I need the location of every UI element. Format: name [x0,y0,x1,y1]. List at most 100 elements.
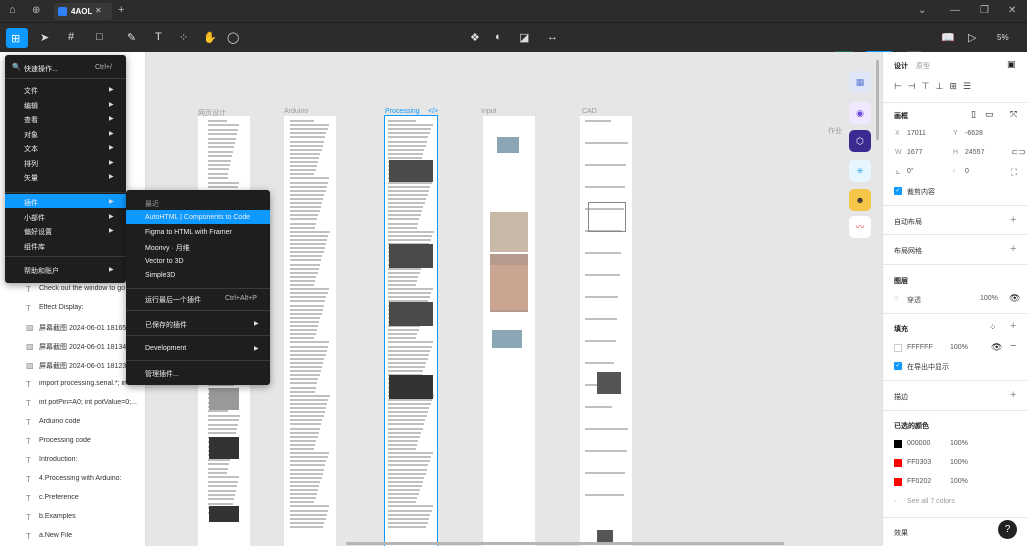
character-icon[interactable]: ☻ [849,189,871,211]
chevron-down-icon[interactable]: ⌄ [918,5,926,16]
radius-field[interactable]: 0 [965,168,969,175]
align-toolbar[interactable]: ⊢⊣⊤⊥⊞☰ [894,81,1019,93]
add-grid-icon[interactable]: + [1010,243,1016,255]
layer-row[interactable]: Ta.New File [0,527,146,546]
landscape-icon[interactable]: ▭ [985,109,994,120]
code-link-icon[interactable]: ↔ [547,31,558,43]
menu-item[interactable]: 对象 [24,130,38,140]
menu-item-libraries[interactable]: 组件库 [24,242,45,252]
menu-item-widgets[interactable]: 小部件 [24,213,45,223]
main-menu-button[interactable]: ⊞ [6,28,28,48]
frame-label-homework[interactable]: 作业 [828,126,842,136]
color-opacity[interactable]: 100% [950,440,968,447]
blend-mode-select[interactable]: 穿透 [907,295,921,305]
layer-row[interactable]: Timport processing.serial.*; im [0,375,146,394]
minimize-button[interactable]: — [950,5,960,16]
add-auto-layout-icon[interactable]: + [1010,214,1016,226]
layer-row[interactable]: Tint potPin=A0; int potValue=0;... [0,394,146,413]
menu-item-preferences[interactable]: 偏好设置 [24,227,52,237]
eye-icon[interactable]: 👁 [991,342,1002,353]
x-field[interactable]: 17011 [907,130,926,137]
present-icon[interactable]: ▷ [968,31,976,44]
development-item[interactable]: Development [145,345,186,352]
comment-tool-icon[interactable]: ◯ [227,31,239,44]
layer-row[interactable]: T Effect Display: [0,299,146,318]
recent-plugin-item[interactable]: Moonvy · 月维 [145,243,190,253]
home-icon[interactable]: ⌂ [9,4,16,16]
width-field[interactable]: 1677 [907,149,923,156]
constrain-icon[interactable]: ⊂⊃ [1011,147,1026,158]
plugin-shortcut-icon[interactable]: ▦ [849,71,871,93]
add-fill-icon[interactable]: + [1010,320,1016,332]
menu-item-help[interactable]: 帮助和账户 [24,266,59,276]
menu-item[interactable]: 文件 [24,86,38,96]
frame-label-processing[interactable]: Processing [385,108,420,115]
manage-plugins-item[interactable]: 管理插件... [145,369,179,379]
color-hex[interactable]: 000000 [907,440,930,447]
styles-icon[interactable]: ⁘ [989,322,997,333]
layer-row[interactable]: T Processing code [0,432,146,451]
portrait-icon[interactable]: ▯ [971,109,976,120]
color-hex[interactable]: FF0303 [907,459,931,466]
menu-item[interactable]: 文本 [24,144,38,154]
maximize-button[interactable]: ❐ [980,5,989,16]
layer-opacity-field[interactable]: 100% [980,295,998,302]
text-tool-icon[interactable]: T [155,31,162,43]
zoom-level[interactable]: 5% [997,33,1009,42]
run-last-plugin-item[interactable]: 运行最后一个插件 [145,295,201,305]
component-icon[interactable]: ❖ [470,31,480,44]
menu-item[interactable]: 矢量 [24,173,38,183]
recent-plugin-item[interactable]: Simple3D [145,272,175,279]
panel-toggle-icon[interactable]: ▣ [1007,59,1016,70]
rotation-field[interactable]: 0° [907,168,914,175]
quick-actions-item[interactable]: 快速操作... [24,64,58,74]
color-opacity[interactable]: 100% [950,478,968,485]
layer-row[interactable]: ▨ 屏幕截图 2024-06-01 181651 [0,318,146,337]
tab-design[interactable]: 设计 [894,61,908,71]
fill-swatch[interactable] [894,344,902,352]
horizontal-scrollbar[interactable] [346,542,784,545]
wave-icon[interactable]: 〰 [849,216,871,238]
color-swatch[interactable] [894,459,902,467]
checkbox-checked-icon[interactable]: ✓ [894,362,902,370]
saved-plugins-item[interactable]: 已保存的插件 [145,320,187,330]
layer-row[interactable]: T Introduction: [0,451,146,470]
menu-item[interactable]: 编辑 [24,101,38,111]
color-swatch[interactable] [894,440,902,448]
close-window-button[interactable]: ✕ [1008,5,1016,16]
close-tab-icon[interactable]: ✕ [95,6,102,15]
color-opacity[interactable]: 100% [950,459,968,466]
vertical-scrollbar[interactable] [876,60,879,140]
recent-plugin-item[interactable]: AutoHTML | Components to Code [145,214,250,221]
file-tab[interactable]: 4AOL ✕ [54,3,112,20]
layer-row[interactable]: T Arduino code [0,413,146,432]
layer-row[interactable]: ▨ 屏幕截图 2024-06-01 181237 [0,356,146,375]
menu-item-plugins[interactable]: 插件 [24,198,38,208]
recent-plugin-item[interactable]: Vector to 3D [145,258,184,265]
new-tab-button[interactable]: + [118,4,124,16]
layer-row[interactable]: Tb.Examples [0,508,146,527]
frame-label-arduino[interactable]: Arduino [284,108,308,115]
corners-icon[interactable]: ⛶ [1011,167,1017,178]
resize-icon[interactable]: ⤧ [1010,109,1017,120]
color-swatch[interactable] [894,478,902,486]
eye-icon[interactable]: 👁 [1009,293,1020,304]
shape-tool-icon[interactable]: □ [96,31,103,43]
snowflake-icon[interactable]: ✳ [849,160,871,182]
resources-icon[interactable]: ⁘ [179,31,188,44]
mask-icon[interactable]: ◐ [495,31,502,43]
tab-prototype[interactable]: 原型 [916,61,930,71]
menu-item[interactable]: 排列 [24,159,38,169]
layer-row[interactable]: ▨ 屏幕截图 2024-06-01 181342 [0,337,146,356]
hexagon-icon[interactable]: ⬡ [849,130,871,152]
y-field[interactable]: -6628 [965,130,983,137]
frame-label-input[interactable]: Input [481,108,497,115]
color-hex[interactable]: FF0202 [907,478,931,485]
frame-tool-icon[interactable]: # [68,31,74,43]
frame-label-cad[interactable]: CAD [582,108,597,115]
fill-hex-field[interactable]: FFFFFF [907,344,933,351]
boolean-icon[interactable]: ◪ [519,31,529,44]
pen-tool-icon[interactable]: ✎ [127,31,136,44]
layer-row[interactable]: T 4.Processing with Arduino: [0,470,146,489]
hand-tool-icon[interactable]: ✋ [203,31,217,44]
